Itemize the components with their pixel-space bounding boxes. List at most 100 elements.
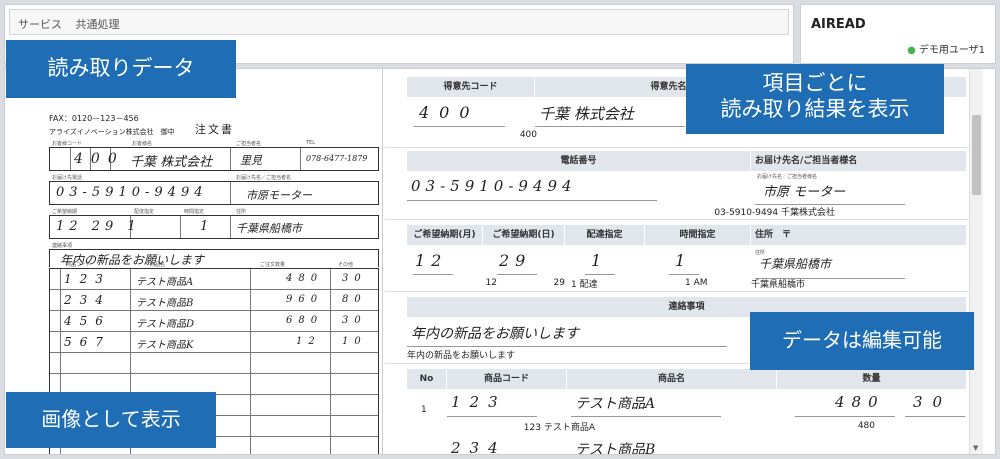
header-phone: 電話番号 [407, 151, 751, 171]
hw-customer-code-text: 400 [419, 103, 480, 122]
hw-month: 12 [413, 249, 453, 275]
scan-hw-date: 12 29 1 [56, 219, 141, 234]
scan-hw-person: 里見 [240, 154, 262, 167]
scan-item-row: 567 テスト商品K 12 10 [50, 332, 378, 353]
scan-item-row: 234 テスト商品B 960 80 [50, 290, 378, 311]
scan-row-date: ご希望納期 配達指定 時間指定 住所 12 29 1 1 千葉県船橋市 [49, 209, 379, 239]
scan-company: アライズイノベーション株式会社 御中 [49, 128, 175, 136]
scan-fax: FAX：0120－123－456 [49, 114, 139, 123]
header-qty: 数量 [777, 369, 967, 389]
separator [385, 291, 981, 292]
scan-item-code: 567 [64, 335, 111, 349]
scan-hw-company: 千葉 株式会社 [130, 155, 213, 170]
scan-hw-code: 400 [74, 151, 125, 167]
separator [385, 147, 981, 148]
callout-scan: 読み取りデータ [6, 40, 236, 98]
scan-hw-delivery: 市原モーター [246, 189, 312, 202]
scan-label-time: 時間指定 [184, 209, 205, 215]
header-no: No [407, 369, 447, 389]
header-item-name: 商品名 [567, 369, 777, 389]
scan-item-name: テスト商品K [136, 340, 194, 351]
scan-hw-time: 1 [200, 219, 209, 234]
row1-no: 1 [421, 405, 427, 415]
scan-item-name: テスト商品A [136, 277, 194, 288]
hw-phone: 03-5910-9494 [407, 175, 657, 201]
header-delivery: お届け先名/ご担当者様名 [751, 151, 967, 171]
callout-fields: 項目ごとに 読み取り結果を表示 [686, 64, 944, 134]
user-name: デモ用ユーザ1 [918, 45, 985, 56]
scan-form-title: 注文書 [195, 123, 234, 136]
spec-input[interactable] [571, 278, 621, 288]
phone-input[interactable] [675, 206, 835, 216]
hw-month-text: 12 [415, 251, 448, 270]
row1-qty-input[interactable] [825, 421, 875, 431]
hw-address: 千葉県船橋市 [755, 253, 905, 279]
hw-row2-name: テスト商品B [571, 437, 721, 454]
hw-customer-code: 400 [413, 101, 505, 127]
remarks-input[interactable] [407, 349, 647, 359]
breadcrumb-service[interactable]: サービス [18, 18, 62, 31]
scan-hw-tel: 078-6477-1879 [306, 154, 368, 163]
scan-row-customer: お客様コード お客様名 ご担当者名 TEL 400 千葉 株式会社 里見 078… [49, 140, 379, 171]
hw-row2-name-text: テスト商品B [575, 442, 656, 454]
customer-code-input[interactable] [485, 130, 537, 140]
hw-row1-qty: 480 [795, 391, 895, 417]
scan-item-code: 234 [64, 293, 111, 307]
hw-row1-unit-text: 30 [913, 393, 953, 411]
scan-label-item-name: 商品名 [150, 262, 166, 268]
hw-day-text: 29 [499, 251, 532, 270]
scan-item-unit: 80 [342, 294, 367, 305]
scan-row-phone: お届け先電話 お届け先名／ご担当者名 03-5910-9494 市原モーター [49, 175, 379, 205]
scroll-down-icon[interactable]: ▼ [973, 444, 978, 452]
hw-delivery-text: 市原 モーター [763, 185, 846, 200]
day-input[interactable] [525, 278, 565, 288]
row1-input[interactable] [475, 421, 595, 431]
scan-item-qty: 960 [286, 294, 324, 305]
scan-hw-address: 千葉県船橋市 [236, 222, 302, 235]
hw-spec: 1 [585, 249, 615, 275]
scan-row-remarks: 連絡事項 年内の新品をお願いします [49, 243, 379, 267]
hw-row1-unit: 30 [905, 391, 965, 417]
scan-label-spec: 配達指定 [134, 209, 155, 215]
hw-spec-text: 1 [591, 251, 602, 270]
address-input[interactable] [751, 278, 841, 288]
scan-item-unit: 30 [342, 315, 367, 326]
scan-item-name: テスト商品D [136, 319, 195, 330]
hw-time-text: 1 [675, 251, 686, 270]
scan-label-address: 住所 [236, 209, 247, 215]
breadcrumb-common[interactable]: 共通処理 [76, 18, 120, 31]
brand-title: AIREAD [811, 17, 866, 32]
scrollbar[interactable]: ▼ [969, 69, 983, 454]
scan-label-remarks: 連絡事項 [52, 243, 73, 249]
hw-row1-code: 123 [447, 391, 537, 417]
scan-label-date: ご希望納期 [52, 209, 78, 215]
scan-item-code: 123 [64, 272, 111, 286]
month-input[interactable] [445, 278, 497, 288]
hw-row2-code: 234 [447, 437, 537, 454]
separator [385, 219, 981, 220]
hw-delivery: 市原 モーター [755, 179, 905, 205]
callout-editable: データは編集可能 [750, 312, 974, 370]
hw-time: 1 [669, 249, 699, 275]
hw-customer-name: 千葉 株式会社 [535, 101, 685, 127]
user-icon: ● [907, 45, 916, 56]
hw-phone-text: 03-5910-9494 [411, 177, 577, 195]
scan-item-qty: 12 [296, 336, 321, 347]
header-day: ご希望納期(日) [483, 225, 565, 245]
header-item-code: 商品コード [447, 369, 567, 389]
hw-customer-name-text: 千葉 株式会社 [539, 105, 634, 123]
header-time: 時間指定 [645, 225, 751, 245]
scan-item-row: 123 テスト商品A 480 30 [50, 269, 378, 290]
scan-label-customer-name: お客様名 [132, 141, 153, 147]
scroll-thumb[interactable] [972, 115, 981, 195]
scan-item-row: 456 テスト商品D 680 30 [50, 311, 378, 332]
hw-row1-qty-text: 480 [835, 393, 885, 411]
hw-day: 29 [497, 249, 537, 275]
header-address: 住所 〒 [751, 225, 967, 245]
user-menu[interactable]: ● デモ用ユーザ1 [907, 41, 985, 56]
scan-label-delivery: お届け先名／ご担当者名 [236, 175, 292, 181]
scan-item-unit: 30 [342, 273, 367, 284]
time-input[interactable] [685, 278, 725, 288]
scan-item-name: テスト商品B [136, 298, 194, 309]
scan-label-unit: その他 [338, 262, 354, 268]
